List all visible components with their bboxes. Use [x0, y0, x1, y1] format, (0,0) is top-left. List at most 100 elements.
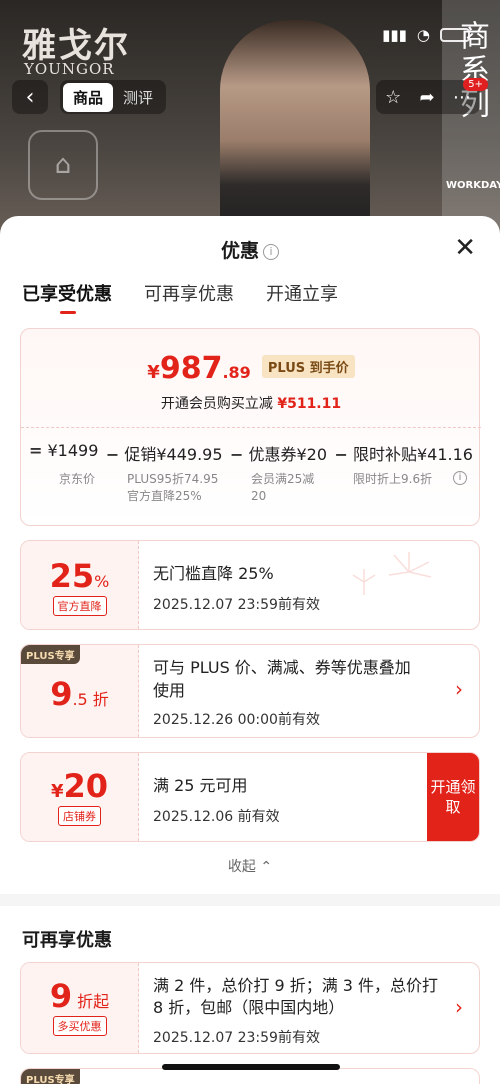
- coupon-card-store[interactable]: ¥20 店铺券 满 25 元可用 2025.12.06 前有效 开通领取: [20, 752, 480, 842]
- final-price: ¥987.89 PLUS 到手价: [21, 351, 481, 386]
- breakdown-note: 20: [251, 489, 267, 503]
- price-integer: 987: [159, 351, 223, 386]
- breakdown-label: 优惠券¥20: [248, 445, 328, 464]
- home-indicator[interactable]: [162, 1064, 340, 1070]
- sheet-title-text: 优惠: [220, 240, 259, 262]
- coupon-value: 9 折起 多买优惠: [21, 963, 139, 1053]
- share-icon[interactable]: ➦: [420, 87, 435, 108]
- tab-more[interactable]: 可再享优惠: [144, 280, 234, 306]
- lock-icon: ⌂: [28, 130, 98, 200]
- close-button[interactable]: ✕: [454, 235, 476, 261]
- notification-badge: 5+: [463, 78, 488, 91]
- coupon-number: 9: [49, 977, 73, 1015]
- plus-price-tag: PLUS 到手价: [261, 355, 355, 378]
- discount-tabs: 已享受优惠 可再享优惠 开通立享: [22, 280, 338, 314]
- coupon-expiry: 2025.12.07 23:59前有效: [153, 597, 320, 613]
- star-icon[interactable]: ☆: [385, 87, 401, 108]
- breakdown-item: − 促销¥449.95: [106, 441, 223, 465]
- coupon-value: ¥20 店铺券: [21, 753, 139, 841]
- section-divider: [0, 894, 500, 906]
- breakdown-note: 京东价: [59, 472, 96, 486]
- op-sign: −: [229, 445, 244, 464]
- coupon-title: 可与 PLUS 价、满减、券等优惠叠加: [153, 658, 411, 677]
- divider: [21, 427, 481, 428]
- price-breakdown: = ¥1499 − 促销¥449.95 − 优惠券¥20 − 限时补贴¥41.1…: [29, 441, 473, 465]
- collapse-button[interactable]: 收起 ⌃: [0, 856, 500, 876]
- signal-icon: ▮▮▮: [382, 26, 407, 44]
- breakdown-item: = ¥1499: [29, 441, 98, 465]
- coupon-unit: 折起: [72, 992, 110, 1011]
- plus-exclusive-tag: PLUS专享: [21, 1069, 80, 1084]
- coupon-expiry: 2025.12.07 23:59前有效: [153, 1030, 320, 1046]
- currency-symbol: ¥: [50, 781, 64, 802]
- breakdown-sub: PLUS95折74.95 官方直降25%: [127, 471, 218, 505]
- breakdown-sub: 会员满25减 20: [251, 471, 314, 505]
- coupon-detail: 可与 PLUS 价、满减、券等优惠叠加 使用 2025.12.26 00:00前…: [153, 645, 479, 737]
- chevron-right-icon: ›: [455, 995, 463, 1019]
- coupon-title-cont: 8 折，包邮（限中国内地）: [153, 998, 345, 1017]
- model-photo: [220, 20, 370, 240]
- coupon-card-multi[interactable]: 9 折起 多买优惠 满 2 件，总价打 9 折；满 3 件，总价打 8 折，包邮…: [20, 962, 480, 1054]
- breakdown-label: 促销¥449.95: [124, 445, 223, 464]
- coupon-card-next[interactable]: PLUS专享: [20, 1068, 480, 1084]
- breakdown-sub: 京东价: [59, 471, 95, 488]
- member-saving: 开通会员购买立减 ¥511.11: [21, 393, 481, 413]
- coupon-number: 20: [63, 767, 109, 805]
- coupon-title: 满 2 件，总价打 9 折；满 3 件，总价打: [153, 976, 439, 995]
- chevron-right-icon: ›: [455, 677, 463, 701]
- coupon-unit: %: [94, 572, 110, 591]
- workday-logo: WORKDAY: [446, 180, 500, 191]
- member-saving-amount: ¥511.11: [277, 396, 342, 412]
- coupon-card-plus[interactable]: 9.5 折 PLUS专享 可与 PLUS 价、满减、券等优惠叠加 使用 2025…: [20, 644, 480, 738]
- discount-sheet: 优惠 i ✕ 已享受优惠 可再享优惠 开通立享 ¥987.89 PLUS 到手价 …: [0, 216, 500, 1084]
- coupon-title-cont: 使用: [153, 681, 186, 700]
- coupon-value: 25% 官方直降: [21, 541, 139, 629]
- coupon-expiry: 2025.12.06 前有效: [153, 809, 280, 825]
- product-tabs: 商品 测评: [60, 80, 167, 114]
- chevron-left-icon: ‹: [25, 84, 35, 110]
- coupon-tag: 多买优惠: [52, 1016, 107, 1036]
- coupon-number: 9: [50, 675, 73, 713]
- more-discounts-title: 可再享优惠: [22, 930, 112, 951]
- coupon-title: 无门槛直降 25%: [153, 564, 274, 583]
- info-icon[interactable]: i: [263, 244, 279, 260]
- claim-button[interactable]: 开通领取: [427, 753, 479, 841]
- product-hero-image: 雅戈尔 YOUNGOR ▮▮▮ ◔ 商系列 WORKDAY ⌂: [0, 0, 500, 240]
- op-sign: −: [105, 445, 120, 464]
- coupon-tag: 官方直降: [52, 596, 107, 616]
- brand-logo-en: YOUNGOR: [24, 60, 115, 78]
- coupon-expiry: 2025.12.26 00:00前有效: [153, 712, 320, 728]
- coupon-number: 25: [49, 557, 95, 595]
- coupon-unit: .5 折: [72, 690, 109, 709]
- breakdown-label: 限时补贴¥41.16: [352, 445, 473, 464]
- back-button[interactable]: ‹: [12, 80, 48, 114]
- price-summary: ¥987.89 PLUS 到手价 开通会员购买立减 ¥511.11 = ¥149…: [20, 328, 481, 526]
- coupon-card[interactable]: 25% 官方直降 无门槛直降 25% 2025.12.07 23:59前有效: [20, 540, 480, 630]
- breakdown-item: − 限时补贴¥41.16: [334, 441, 473, 465]
- breakdown-note: 限时折上9.6折: [353, 472, 433, 486]
- tab-open[interactable]: 开通立享: [266, 280, 338, 306]
- price-decimal: .89: [222, 363, 251, 382]
- wifi-icon: ◔: [416, 26, 430, 44]
- tab-review[interactable]: 测评: [113, 83, 163, 112]
- tab-product[interactable]: 商品: [63, 82, 114, 112]
- sheet-title: 优惠 i: [0, 236, 500, 263]
- series-banner: 商系列: [442, 0, 500, 240]
- op-sign: −: [334, 445, 348, 464]
- coupon-title: 满 25 元可用: [153, 776, 248, 795]
- info-icon[interactable]: i: [453, 471, 467, 485]
- plus-exclusive-tag: PLUS专享: [21, 645, 80, 664]
- breakdown-sub: 限时折上9.6折: [353, 471, 432, 488]
- op-sign: =: [29, 441, 43, 460]
- currency-symbol: ¥: [147, 362, 160, 383]
- breakdown-item: − 优惠券¥20: [230, 441, 327, 465]
- breakdown-note: 会员满25减: [251, 472, 315, 486]
- coupon-detail: 满 2 件，总价打 9 折；满 3 件，总价打 8 折，包邮（限中国内地） 20…: [153, 963, 479, 1053]
- breakdown-note: PLUS95折74.95: [127, 472, 219, 486]
- breakdown-note: 官方直降25%: [127, 489, 202, 503]
- tab-enjoyed[interactable]: 已享受优惠: [22, 280, 112, 314]
- breakdown-label: ¥1499: [47, 441, 99, 460]
- member-saving-label: 开通会员购买立减: [160, 396, 273, 412]
- coupon-tag: 店铺券: [58, 806, 101, 826]
- coupon-detail: 无门槛直降 25% 2025.12.07 23:59前有效: [153, 541, 479, 629]
